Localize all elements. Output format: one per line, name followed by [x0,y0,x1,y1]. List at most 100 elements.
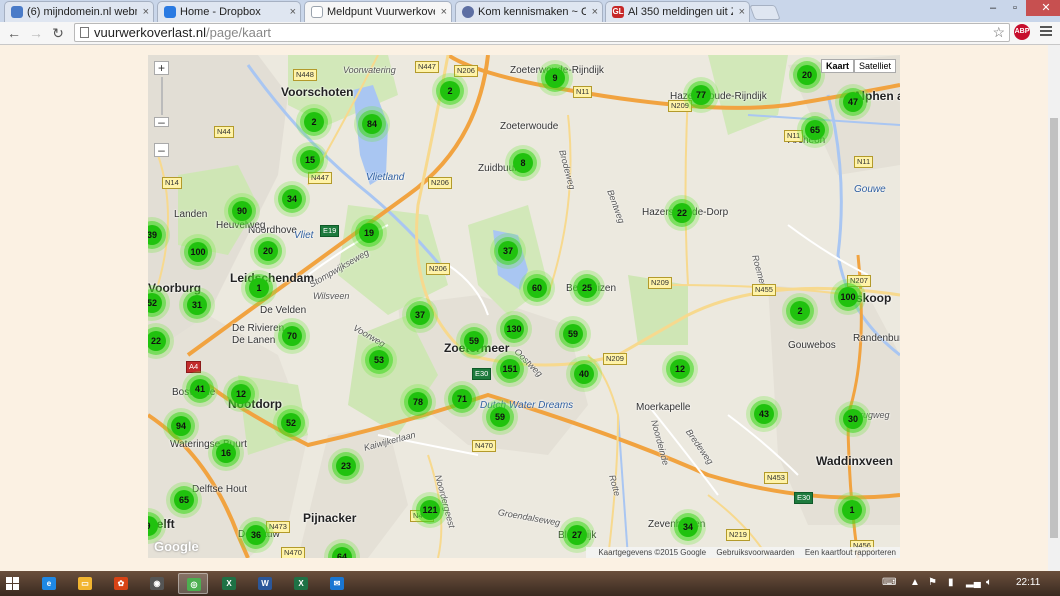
bookmark-star-icon[interactable]: ☆ [992,24,1005,41]
marker-cluster[interactable]: 59 [464,331,484,351]
tab-webmail[interactable]: (6) mijndomein.nl webma × [4,1,154,22]
marker-cluster[interactable]: 34 [282,189,302,209]
marker-cluster[interactable]: 16 [216,443,236,463]
map-widget[interactable]: VoorschotenLeidschendamVoorburgZoetermee… [148,55,900,558]
page-info-icon[interactable] [80,27,89,38]
map-type-kaart-button[interactable]: Kaart [820,59,854,73]
url-text[interactable]: vuurwerkoverlast.nl/page/kaart [94,25,271,40]
marker-cluster[interactable]: 121 [420,500,440,520]
tab-meldpunt[interactable]: Meldpunt Vuurwerkoverla × [304,1,452,22]
chrome-menu-icon[interactable] [1040,26,1052,38]
taskbar-app-paint[interactable]: ✿ [106,573,136,594]
marker-cluster[interactable]: 77 [691,85,711,105]
scrollbar-thumb[interactable] [1050,118,1058,538]
marker-cluster[interactable]: 20 [797,65,817,85]
marker-cluster[interactable]: 90 [232,201,252,221]
terms-link[interactable]: Gebruiksvoorwaarden [716,548,794,557]
taskbar-app-excel[interactable]: X [214,573,244,594]
marker-cluster[interactable]: 100 [838,287,858,307]
marker-cluster[interactable]: 27 [567,525,587,545]
marker-cluster[interactable]: 59 [563,324,583,344]
address-bar[interactable]: vuurwerkoverlast.nl/page/kaart ☆ [74,23,1010,42]
marker-cluster[interactable]: 78 [408,392,428,412]
keyboard-icon[interactable]: ⌨ [882,577,896,588]
forward-icon[interactable]: → [27,24,45,42]
marker-cluster[interactable]: 8 [513,153,533,173]
marker-cluster[interactable]: 9 [545,68,565,88]
minimize-button[interactable]: – [982,0,1004,16]
taskbar-app-excel[interactable]: X [286,573,316,594]
battery-icon[interactable]: ▮ [948,577,954,588]
close-window-button[interactable]: ✕ [1026,0,1060,16]
zoom-out-button[interactable]: – [154,143,169,157]
marker-cluster[interactable]: 25 [577,278,597,298]
new-tab-button[interactable] [749,5,781,20]
zoom-slider-track[interactable] [160,77,163,115]
marker-cluster[interactable]: 37 [410,305,430,325]
map-type-satelliet-button[interactable]: Satelliet [853,59,896,73]
marker-cluster[interactable]: 43 [754,404,774,424]
report-error-link[interactable]: Een kaartfout rapporteren [805,548,896,557]
network-signal-icon[interactable]: ▂▄ [966,577,981,588]
tab-close-icon[interactable]: × [739,2,745,22]
tab-close-icon[interactable]: × [592,2,598,22]
marker-cluster[interactable]: 65 [174,490,194,510]
marker-cluster[interactable]: 2 [790,301,810,321]
marker-cluster[interactable]: 19 [359,223,379,243]
maximize-button[interactable]: ▫ [1004,0,1026,16]
windows-start-icon[interactable] [6,577,20,591]
zoom-in-button[interactable]: + [154,61,169,75]
taskbar-app-ie[interactable]: e [34,573,64,594]
marker-cluster[interactable]: 34 [678,517,698,537]
adblock-icon[interactable]: ABP [1014,24,1030,40]
tab-kennismaken[interactable]: Kom kennismaken ~ Cont × [455,1,603,22]
marker-cluster[interactable]: 37 [498,241,518,261]
marker-cluster[interactable]: 12 [670,359,690,379]
taskbar-app-chrome[interactable]: ◎ [178,573,208,594]
marker-cluster[interactable]: 31 [187,295,207,315]
marker-cluster[interactable]: 15 [300,150,320,170]
marker-cluster[interactable]: 22 [672,203,692,223]
action-center-flag-icon[interactable]: ⚑ [928,577,937,588]
show-hidden-icons-icon[interactable]: ▲ [910,577,920,588]
marker-cluster[interactable]: 71 [452,389,472,409]
marker-cluster[interactable]: 40 [574,364,594,384]
marker-cluster[interactable]: 59 [490,407,510,427]
marker-cluster[interactable]: 1 [249,278,269,298]
marker-cluster[interactable]: 12 [231,384,251,404]
marker-cluster[interactable]: 60 [527,278,547,298]
marker-cluster[interactable]: 2 [440,81,460,101]
marker-cluster[interactable]: 100 [188,242,208,262]
taskbar-app-word[interactable]: W [250,573,280,594]
marker-cluster[interactable]: 151 [500,359,520,379]
marker-cluster[interactable]: 1 [842,500,862,520]
back-icon[interactable]: ← [5,24,23,42]
marker-cluster[interactable]: 30 [843,409,863,429]
marker-cluster[interactable]: 36 [246,525,266,545]
taskbar-app-camera[interactable]: ◉ [142,573,172,594]
tab-dropbox[interactable]: Home - Dropbox × [157,1,301,22]
tab-close-icon[interactable]: × [143,2,149,22]
taskbar-clock[interactable]: 22:11 [1016,577,1040,588]
page-scrollbar[interactable] [1048,45,1060,571]
marker-cluster[interactable]: 65 [805,120,825,140]
marker-cluster[interactable]: 84 [362,114,382,134]
taskbar-app-mail[interactable]: ✉ [322,573,352,594]
marker-cluster[interactable]: 20 [258,241,278,261]
tab-meldingen[interactable]: GL Al 350 meldingen uit Zoet × [605,1,750,22]
marker-cluster[interactable]: 47 [843,92,863,112]
tab-close-icon[interactable]: × [290,2,296,22]
google-logo[interactable]: Google [154,539,199,554]
marker-cluster[interactable]: 130 [504,319,524,339]
marker-cluster[interactable]: 52 [281,413,301,433]
zoom-slider-handle[interactable]: – [154,116,169,128]
marker-cluster[interactable]: 53 [369,350,389,370]
taskbar-app-explorer[interactable]: ▭ [70,573,100,594]
marker-cluster[interactable]: 23 [336,456,356,476]
marker-cluster[interactable]: 2 [304,112,324,132]
marker-cluster[interactable]: 41 [190,379,210,399]
reload-icon[interactable]: ↻ [49,24,67,42]
volume-icon[interactable]: 🔈︎ [986,577,992,588]
marker-cluster[interactable]: 70 [282,326,302,346]
tab-close-icon[interactable]: × [441,2,447,22]
